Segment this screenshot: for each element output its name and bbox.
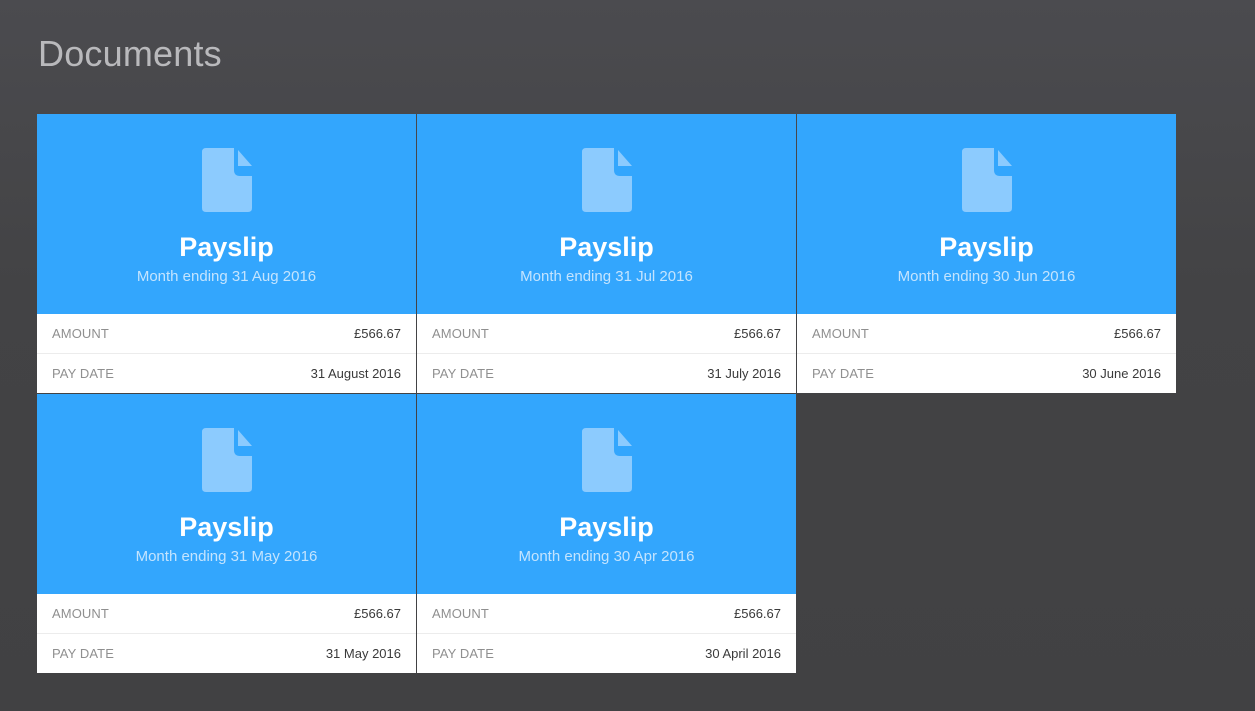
card-details: AMOUNT £566.67 PAY DATE 30 April 2016 <box>417 594 796 673</box>
pay-date-row: PAY DATE 30 April 2016 <box>417 634 796 673</box>
card-title: Payslip <box>939 232 1034 262</box>
pay-date-value: 30 April 2016 <box>705 646 781 661</box>
card-title: Payslip <box>179 232 274 262</box>
pay-date-value: 30 June 2016 <box>1082 366 1161 381</box>
page-title: Documents <box>38 33 222 74</box>
card-details: AMOUNT £566.67 PAY DATE 30 June 2016 <box>797 314 1176 393</box>
card-subtitle: Month ending 31 May 2016 <box>135 548 318 565</box>
pay-date-value: 31 July 2016 <box>707 366 781 381</box>
card-header: Payslip Month ending 31 May 2016 <box>37 394 416 594</box>
pay-date-value: 31 May 2016 <box>325 646 401 661</box>
pay-date-value: 31 August 2016 <box>310 366 401 381</box>
amount-value: £566.67 <box>734 606 781 621</box>
card-header: Payslip Month ending 30 Apr 2016 <box>417 394 796 594</box>
pay-date-row: PAY DATE 31 August 2016 <box>37 354 416 393</box>
amount-label: AMOUNT <box>432 326 489 341</box>
card-title: Payslip <box>559 512 654 542</box>
amount-row: AMOUNT £566.67 <box>797 314 1176 354</box>
pay-date-row: PAY DATE 30 June 2016 <box>797 354 1176 393</box>
card-details: AMOUNT £566.67 PAY DATE 31 May 2016 <box>37 594 416 673</box>
amount-label: AMOUNT <box>812 326 869 341</box>
pay-date-label: PAY DATE <box>52 366 114 381</box>
amount-label: AMOUNT <box>52 606 109 621</box>
card-header: Payslip Month ending 31 Jul 2016 <box>417 114 796 314</box>
card-subtitle: Month ending 30 Jun 2016 <box>897 268 1076 285</box>
document-grid: Payslip Month ending 31 Aug 2016 AMOUNT … <box>37 114 1177 674</box>
document-card-payslip[interactable]: Payslip Month ending 31 May 2016 AMOUNT … <box>37 394 416 673</box>
card-details: AMOUNT £566.67 PAY DATE 31 July 2016 <box>417 314 796 393</box>
document-icon <box>581 428 632 492</box>
amount-value: £566.67 <box>1114 326 1161 341</box>
document-icon <box>201 428 252 492</box>
document-icon <box>581 148 632 212</box>
document-icon <box>201 148 252 212</box>
card-subtitle: Month ending 31 Aug 2016 <box>136 268 317 285</box>
amount-value: £566.67 <box>354 326 401 341</box>
amount-value: £566.67 <box>734 326 781 341</box>
pay-date-label: PAY DATE <box>812 366 874 381</box>
card-header: Payslip Month ending 31 Aug 2016 <box>37 114 416 314</box>
amount-label: AMOUNT <box>432 606 489 621</box>
document-card-payslip[interactable]: Payslip Month ending 30 Jun 2016 AMOUNT … <box>797 114 1176 393</box>
card-title: Payslip <box>559 232 654 262</box>
amount-row: AMOUNT £566.67 <box>37 314 416 354</box>
pay-date-label: PAY DATE <box>432 646 494 661</box>
card-header: Payslip Month ending 30 Jun 2016 <box>797 114 1176 314</box>
document-icon <box>961 148 1012 212</box>
document-card-payslip[interactable]: Payslip Month ending 30 Apr 2016 AMOUNT … <box>417 394 796 673</box>
document-card-payslip[interactable]: Payslip Month ending 31 Jul 2016 AMOUNT … <box>417 114 796 393</box>
amount-row: AMOUNT £566.67 <box>417 594 796 634</box>
pay-date-row: PAY DATE 31 July 2016 <box>417 354 796 393</box>
pay-date-label: PAY DATE <box>432 366 494 381</box>
card-title: Payslip <box>179 512 274 542</box>
document-card-payslip[interactable]: Payslip Month ending 31 Aug 2016 AMOUNT … <box>37 114 416 393</box>
amount-row: AMOUNT £566.67 <box>417 314 796 354</box>
card-subtitle: Month ending 31 Jul 2016 <box>520 268 693 285</box>
pay-date-row: PAY DATE 31 May 2016 <box>37 634 416 673</box>
amount-row: AMOUNT £566.67 <box>37 594 416 634</box>
amount-label: AMOUNT <box>52 326 109 341</box>
card-details: AMOUNT £566.67 PAY DATE 31 August 2016 <box>37 314 416 393</box>
pay-date-label: PAY DATE <box>52 646 114 661</box>
amount-value: £566.67 <box>354 606 401 621</box>
card-subtitle: Month ending 30 Apr 2016 <box>518 548 695 565</box>
